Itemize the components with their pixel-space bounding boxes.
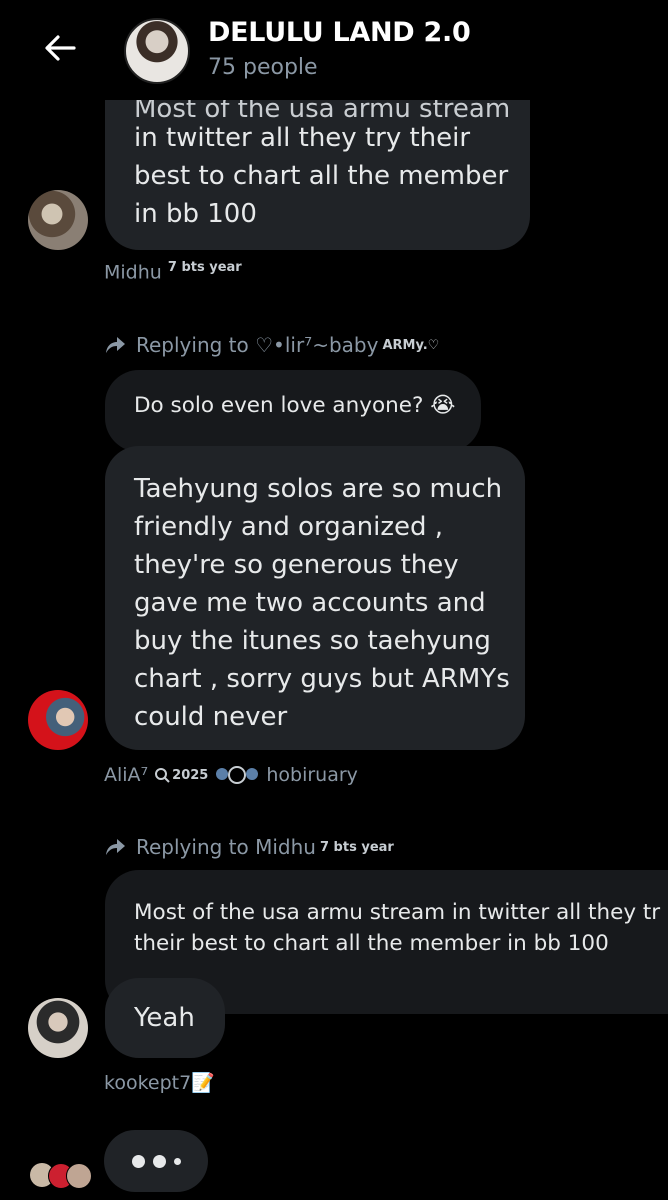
reply-indicator[interactable]: Replying to ♡•lir⁷~baby ARMy.♡ [104,333,439,357]
message-bubble[interactable]: Yeah [105,978,225,1058]
magnifier-emoji-icon [155,768,170,783]
quoted-text-row: Do solo even love anyone? 😭 [134,393,455,418]
reply-target: Replying to Midhu [136,835,316,859]
typing-indicator [104,1130,208,1192]
author-name: AliA⁷ [104,764,149,786]
message-text: Taehyung solos are so much friendly and … [134,474,510,732]
author-name: kookept7 [104,1072,192,1094]
avatar [66,1163,92,1189]
reply-arrow-icon [106,839,125,855]
reply-badge: ARMy.♡ [382,337,440,353]
typing-dots-icon [104,1130,208,1192]
magnifier-emoji-icon [216,766,259,784]
message-text: in twitter all they try their best to ch… [134,123,509,229]
message-bubble[interactable]: Taehyung solos are so much friendly and … [105,446,525,750]
quoted-text: Most of the usa armu stream in twitter a… [134,900,661,956]
author-badge: 2025 [172,767,209,783]
group-avatar[interactable] [124,18,190,84]
back-arrow-icon [45,35,76,61]
avatar[interactable] [28,998,88,1058]
message-author[interactable]: AliA⁷ 2025 hobiruary [104,764,358,786]
memo-emoji-icon: 📝 [191,1072,215,1094]
message-author[interactable]: kookept7📝 [104,1071,215,1094]
reply-indicator[interactable]: Replying to Midhu 7 bts year [104,835,394,859]
back-button[interactable] [36,26,84,70]
reply-arrow-icon [106,337,125,353]
quoted-text: Do solo even love anyone? [134,393,424,418]
author-suffix: hobiruary [266,764,358,786]
avatar[interactable] [28,690,88,750]
author-name: Midhu [104,261,162,284]
reply-target: Replying to ♡•lir⁷~baby [136,333,379,357]
author-badge: 7 bts year [167,260,242,275]
group-member-count[interactable]: 75 people [208,55,318,80]
message-author[interactable]: Midhu 7 bts year [104,260,242,283]
crying-emoji-icon: 😭 [430,393,456,418]
message-text: Yeah [134,1003,195,1033]
chat-header: DELULU LAND 2.0 75 people [0,0,668,100]
group-title[interactable]: DELULU LAND 2.0 [208,17,471,48]
typing-avatars [30,1163,92,1189]
reply-badge: 7 bts year [319,839,394,855]
quoted-message[interactable]: Do solo even love anyone? 😭 [105,370,481,452]
avatar[interactable] [28,190,88,250]
